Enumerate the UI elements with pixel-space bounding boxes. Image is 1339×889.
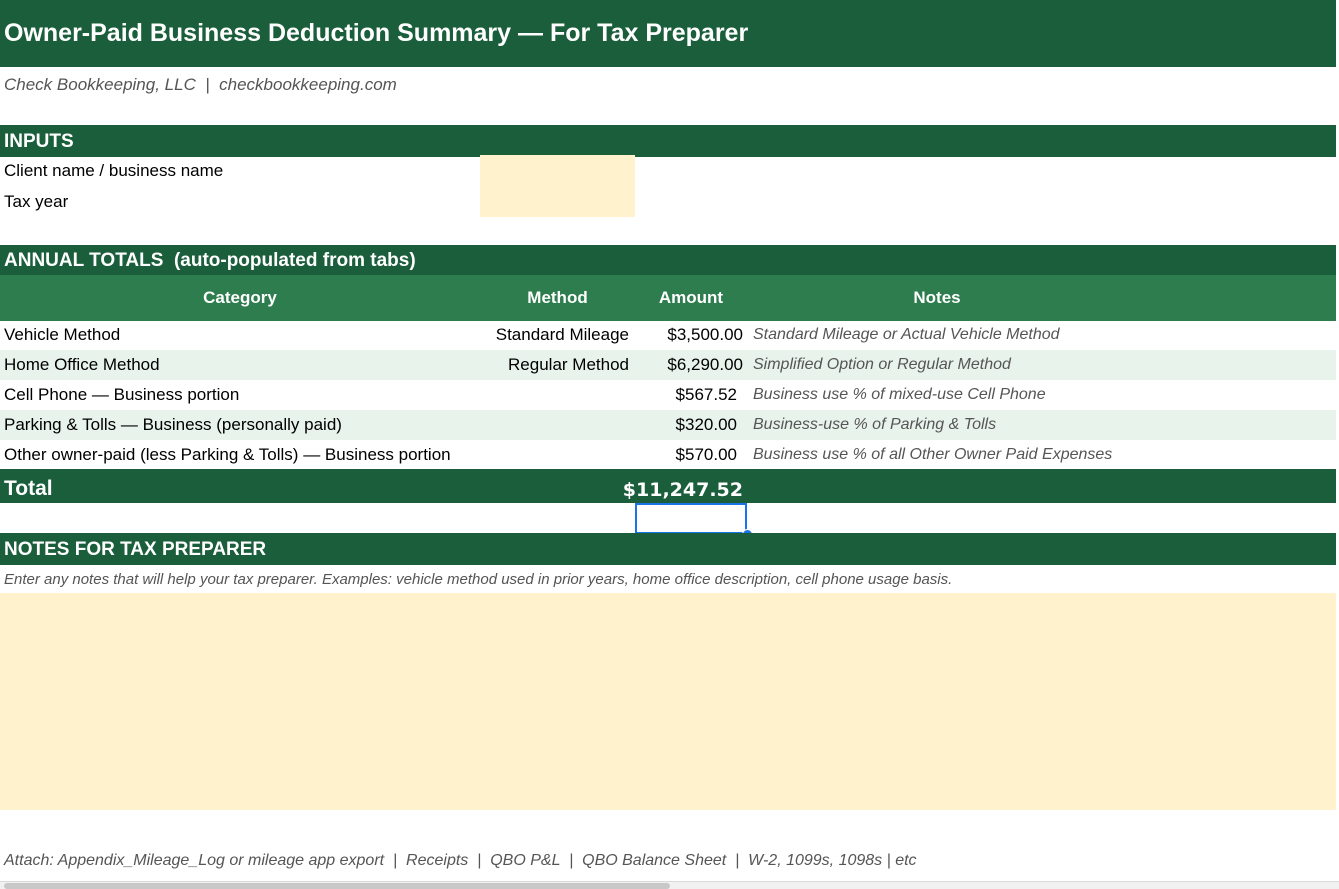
row-category[interactable]: Parking & Tolls — Business (personally p…	[4, 415, 342, 435]
table-row: Home Office Method Regular Method $6,290…	[0, 350, 1336, 380]
spreadsheet: Owner-Paid Business Deduction Summary — …	[0, 0, 1339, 889]
row-method[interactable]: Regular Method	[480, 355, 629, 375]
row-amount[interactable]: $6,290.00	[635, 355, 743, 375]
notes-heading: NOTES FOR TAX PREPARER	[4, 539, 267, 560]
row-method[interactable]: Standard Mileage	[480, 325, 629, 345]
row-category[interactable]: Other owner-paid (less Parking & Tolls) …	[4, 445, 451, 465]
table-row: Vehicle Method Standard Mileage $3,500.0…	[0, 320, 1336, 350]
row-amount[interactable]: $3,500.00	[635, 325, 743, 345]
tax-year-label: Tax year	[4, 192, 69, 211]
annual-totals-heading: ANNUAL TOTALS (auto-populated from tabs)	[4, 250, 416, 271]
company-subtitle: Check Bookkeeping, LLC | checkbookkeepin…	[4, 75, 397, 94]
column-header-amount: Amount	[658, 288, 724, 307]
row-notes[interactable]: Simplified Option or Regular Method	[753, 356, 1011, 374]
row-category[interactable]: Home Office Method	[4, 355, 160, 375]
table-row: Parking & Tolls — Business (personally p…	[0, 410, 1336, 440]
row-amount[interactable]: $567.52	[635, 385, 737, 405]
notes-input[interactable]	[0, 593, 1336, 810]
total-value[interactable]: $11,247.52	[620, 479, 743, 501]
total-label: Total	[4, 477, 53, 500]
inputs-section-bar	[0, 125, 1336, 157]
column-header-category: Category	[203, 288, 277, 307]
page-title: Owner-Paid Business Deduction Summary — …	[4, 19, 749, 47]
row-notes[interactable]: Business use % of mixed-use Cell Phone	[753, 386, 1046, 404]
attachments-note: Attach: Appendix_Mileage_Log or mileage …	[4, 852, 917, 869]
tax-year-input[interactable]	[480, 186, 635, 217]
row-amount[interactable]: $320.00	[635, 415, 737, 435]
row-notes[interactable]: Standard Mileage or Actual Vehicle Metho…	[753, 326, 1060, 344]
horizontal-scrollbar-thumb[interactable]	[4, 883, 670, 889]
inputs-heading: INPUTS	[4, 131, 74, 152]
row-category[interactable]: Cell Phone — Business portion	[4, 385, 239, 405]
row-notes[interactable]: Business-use % of Parking & Tolls	[753, 416, 996, 434]
table-row: Cell Phone — Business portion $567.52 Bu…	[0, 380, 1336, 410]
client-name-input[interactable]	[480, 155, 635, 186]
row-notes[interactable]: Business use % of all Other Owner Paid E…	[753, 446, 1112, 464]
column-header-notes: Notes	[913, 288, 961, 307]
row-category[interactable]: Vehicle Method	[4, 325, 120, 345]
notes-hint: Enter any notes that will help your tax …	[4, 571, 953, 588]
table-row: Other owner-paid (less Parking & Tolls) …	[0, 440, 1336, 470]
selected-cell[interactable]	[635, 503, 747, 534]
row-amount[interactable]: $570.00	[635, 445, 737, 465]
column-header-method: Method	[527, 288, 588, 307]
client-name-label: Client name / business name	[4, 161, 224, 180]
